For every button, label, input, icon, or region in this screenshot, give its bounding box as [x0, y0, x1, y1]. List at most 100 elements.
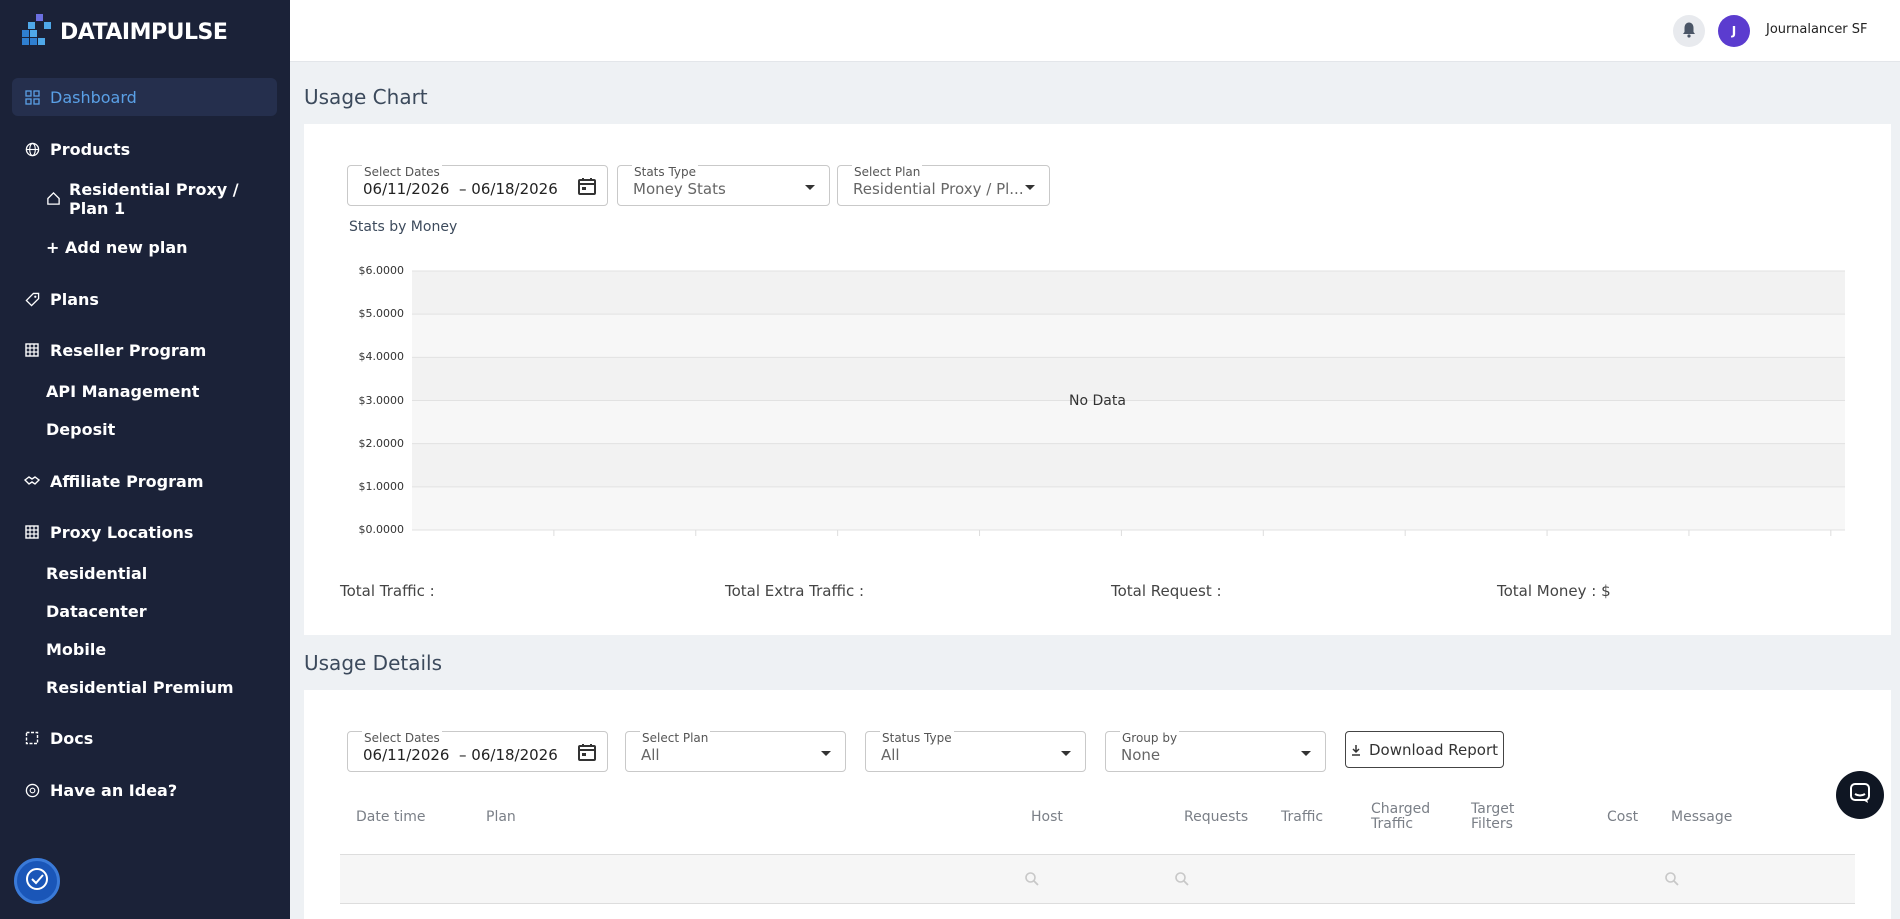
avatar[interactable]: J: [1718, 15, 1750, 47]
sidebar-item-datacenter[interactable]: Datacenter: [46, 602, 147, 621]
notifications-button[interactable]: [1673, 15, 1705, 47]
grid-icon: [24, 524, 40, 540]
chat-icon: [1849, 782, 1871, 808]
sidebar: DATAIMPULSE Dashboard Products Residenti…: [0, 0, 290, 919]
sidebar-item-label: Reseller Program: [50, 340, 207, 360]
calendar-icon[interactable]: [577, 742, 597, 766]
sidebar-item-label: Have an Idea?: [50, 780, 178, 800]
col-header-datetime[interactable]: Date time: [356, 810, 426, 825]
field-label: Select Plan: [852, 165, 923, 179]
stats-type-value: Money Stats: [633, 180, 726, 198]
sidebar-item-reseller-program[interactable]: Reseller Program: [12, 331, 277, 369]
field-label: Group by: [1120, 731, 1180, 745]
chart-grid-band: [412, 400, 1845, 444]
download-label: Download Report: [1368, 740, 1499, 759]
docs-icon: [24, 730, 40, 746]
sidebar-item-label: Proxy Locations: [50, 522, 194, 542]
sidebar-item-plans[interactable]: Plans: [12, 280, 277, 318]
sidebar-item-affiliate-program[interactable]: Affiliate Program: [12, 462, 277, 500]
total-request: Total Request :: [1111, 582, 1222, 600]
col-header-host[interactable]: Host: [1031, 810, 1063, 825]
col-header-requests[interactable]: Requests: [1184, 810, 1248, 825]
chart-grid-band: [412, 314, 1845, 358]
field-label: Select Plan: [640, 731, 711, 745]
col-header-line: Charged: [1371, 801, 1431, 817]
chat-launcher-button[interactable]: [1836, 771, 1884, 819]
col-header-traffic[interactable]: Traffic: [1281, 810, 1323, 825]
chevron-down-icon: [1061, 751, 1071, 756]
field-label: Select Dates: [362, 165, 442, 179]
handshake-icon: [24, 473, 40, 489]
date-range-value: 06/11/2026 – 06/18/2026: [363, 180, 558, 198]
y-tick-label: $3.0000: [358, 393, 405, 407]
chevron-down-icon: [1025, 185, 1035, 190]
usage-details-title: Usage Details: [304, 651, 443, 675]
usage-chart-title: Usage Chart: [304, 85, 428, 109]
field-label: Select Dates: [362, 731, 442, 745]
chart-grid-band: [412, 443, 1845, 487]
col-header-line: Filters: [1471, 816, 1513, 832]
sidebar-item-products[interactable]: Products: [12, 130, 277, 168]
sidebar-item-proxy-locations[interactable]: Proxy Locations: [12, 513, 277, 551]
idea-icon: [24, 782, 40, 798]
col-header-line: Target: [1471, 801, 1515, 817]
y-tick-label: $0.0000: [358, 523, 405, 536]
stats-type-select[interactable]: Stats Type Money Stats: [617, 165, 830, 206]
sidebar-item-label: Products: [50, 139, 131, 159]
logo-mark-icon: [22, 14, 56, 50]
status-type-value: All: [881, 746, 900, 764]
sidebar-item-api-management[interactable]: API Management: [46, 382, 199, 401]
col-header-plan[interactable]: Plan: [486, 810, 516, 825]
col-header-message[interactable]: Message: [1671, 810, 1732, 825]
sidebar-item-mobile[interactable]: Mobile: [46, 640, 106, 659]
sidebar-item-residential[interactable]: Residential: [46, 564, 147, 583]
col-header-target-filters[interactable]: Target Filters: [1471, 802, 1514, 832]
group-by-select[interactable]: Group by None: [1105, 731, 1326, 772]
plan-value: All: [641, 746, 660, 764]
col-header-cost[interactable]: Cost: [1607, 810, 1638, 825]
sidebar-item-label: Plans: [50, 289, 99, 309]
status-type-select[interactable]: Status Type All: [865, 731, 1086, 772]
dashboard-icon: [24, 89, 40, 105]
sidebar-item-dashboard[interactable]: Dashboard: [12, 78, 277, 116]
sidebar-item-have-an-idea[interactable]: Have an Idea?: [12, 771, 277, 809]
top-bar: J Journalancer SF: [290, 0, 1900, 62]
sidebar-item-label: Docs: [50, 728, 94, 748]
chevron-down-icon: [1301, 751, 1311, 756]
username[interactable]: Journalancer SF: [1766, 22, 1868, 37]
sidebar-item-deposit[interactable]: Deposit: [46, 420, 115, 439]
chart-grid-band: [412, 271, 1845, 315]
search-icon[interactable]: [1664, 871, 1680, 891]
details-date-range-picker[interactable]: Select Dates 06/11/2026 – 06/18/2026: [347, 731, 608, 772]
date-range-value: 06/11/2026 – 06/18/2026: [363, 746, 558, 764]
col-header-charged-traffic[interactable]: Charged Traffic: [1371, 802, 1430, 832]
details-plan-select[interactable]: Select Plan All: [625, 731, 846, 772]
tag-icon: [24, 291, 40, 307]
chart-grid-band: [412, 357, 1845, 401]
chart-date-range-picker[interactable]: Select Dates 06/11/2026 – 06/18/2026: [347, 165, 608, 206]
brand-logo[interactable]: DATAIMPULSE: [22, 12, 228, 52]
sidebar-item-residential-premium[interactable]: Residential Premium: [46, 678, 234, 697]
home-icon: [46, 191, 61, 210]
sidebar-item-label: Affiliate Program: [50, 471, 204, 491]
field-label: Stats Type: [632, 165, 699, 179]
no-data-label: No Data: [1069, 393, 1126, 409]
globe-icon: [24, 141, 40, 157]
cookie-settings-button[interactable]: [14, 858, 60, 904]
search-icon[interactable]: [1174, 871, 1190, 891]
add-new-plan-link[interactable]: + Add new plan: [46, 238, 188, 257]
download-icon: [1351, 744, 1361, 756]
y-tick-label: $2.0000: [358, 436, 405, 450]
chart-plan-select[interactable]: Select Plan Residential Proxy / Pl...: [837, 165, 1050, 206]
sidebar-item-docs[interactable]: Docs: [12, 719, 277, 757]
total-extra-traffic: Total Extra Traffic :: [725, 582, 865, 600]
table-filter-row: [340, 854, 1855, 904]
calendar-icon[interactable]: [577, 176, 597, 200]
download-report-button[interactable]: Download Report: [1345, 731, 1504, 768]
cookie-icon: [24, 866, 50, 896]
y-tick-label: $4.0000: [358, 350, 405, 364]
search-icon[interactable]: [1024, 871, 1040, 891]
sidebar-item-label: Dashboard: [50, 87, 137, 107]
chart-grid-band: [412, 486, 1845, 530]
total-traffic: Total Traffic :: [340, 582, 435, 600]
